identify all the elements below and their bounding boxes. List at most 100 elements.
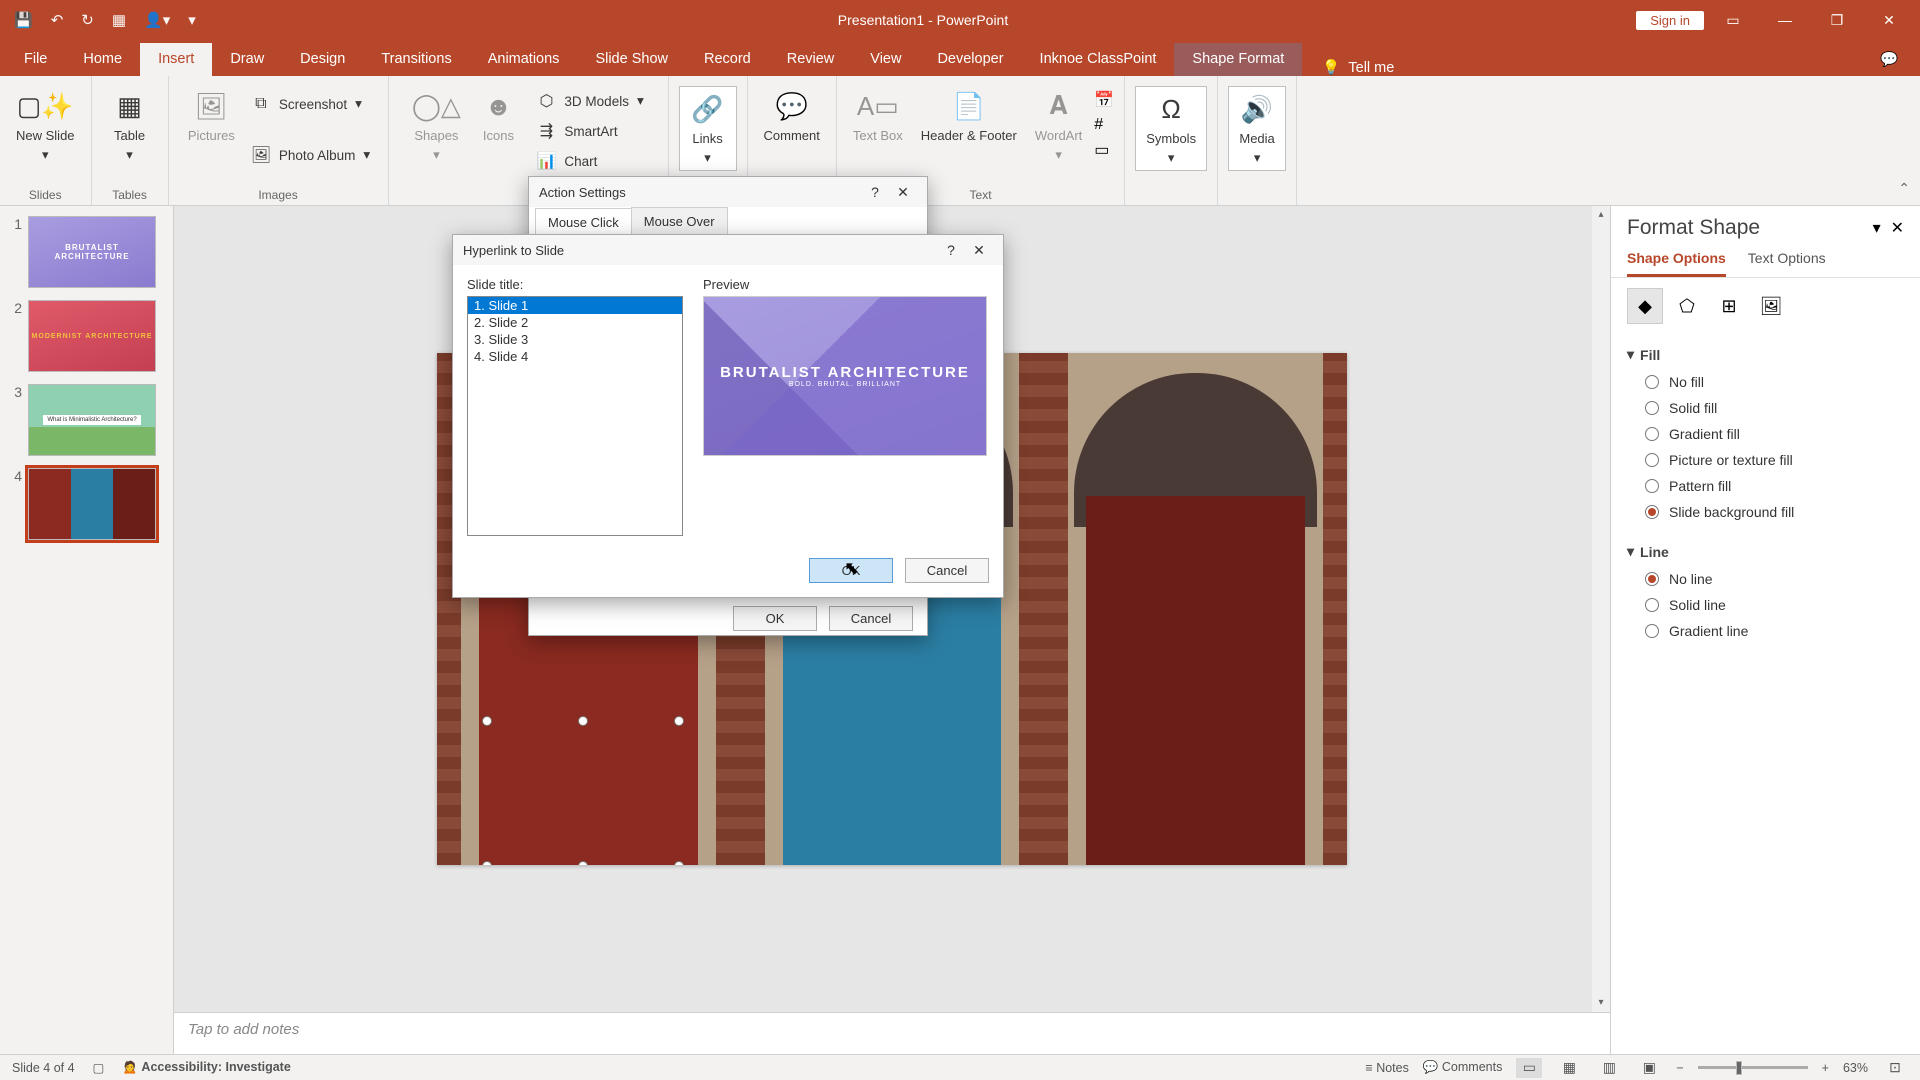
tab-developer[interactable]: Developer bbox=[919, 43, 1021, 76]
tab-transitions[interactable]: Transitions bbox=[363, 43, 469, 76]
fill-section-header[interactable]: ▾Fill bbox=[1627, 340, 1904, 369]
notes-pane[interactable]: Tap to add notes bbox=[174, 1012, 1610, 1054]
tab-review[interactable]: Review bbox=[769, 43, 853, 76]
radio-gradient-line[interactable]: Gradient line bbox=[1627, 618, 1904, 644]
hyperlink-cancel-button[interactable]: Cancel bbox=[905, 558, 989, 583]
fill-line-icon[interactable]: ◆ bbox=[1627, 288, 1663, 324]
comment-button[interactable]: 💬 Comment bbox=[758, 86, 826, 145]
radio-solid-fill[interactable]: Solid fill bbox=[1627, 395, 1904, 421]
thumb-row-3[interactable]: 3 What is Minimalistic Architecture?✶ bbox=[8, 384, 165, 456]
help-icon[interactable]: ? bbox=[861, 184, 889, 200]
thumb-1[interactable]: BRUTALIST ARCHITECTURE bbox=[28, 216, 156, 288]
touch-mode-icon[interactable]: 👤▾ bbox=[144, 11, 170, 29]
thumb-row-2[interactable]: 2 MODERNIST ARCHITECTURE✶ bbox=[8, 300, 165, 372]
object-icon[interactable]: ▭ bbox=[1094, 140, 1114, 160]
save-icon[interactable]: 💾 bbox=[14, 11, 33, 29]
picture-icon[interactable]: 🖼 bbox=[1753, 288, 1789, 324]
zoom-in-icon[interactable]: + bbox=[1822, 1061, 1829, 1075]
links-button[interactable]: 🔗 Links ▾ bbox=[679, 86, 737, 171]
display-settings-icon[interactable]: ▢ bbox=[93, 1060, 105, 1075]
tab-draw[interactable]: Draw bbox=[212, 43, 282, 76]
radio-solid-line[interactable]: Solid line bbox=[1627, 592, 1904, 618]
comments-toggle[interactable]: 💬 Comments bbox=[1423, 1060, 1502, 1075]
tab-record[interactable]: Record bbox=[686, 43, 769, 76]
thumb-row-4[interactable]: 4 bbox=[8, 468, 165, 540]
reading-view-icon[interactable]: ▥ bbox=[1596, 1058, 1622, 1078]
list-item[interactable]: 3. Slide 3 bbox=[468, 331, 682, 348]
collapse-ribbon-icon[interactable]: ⌃ bbox=[1898, 180, 1910, 197]
effects-icon[interactable]: ⬠ bbox=[1669, 288, 1705, 324]
list-item[interactable]: 4. Slide 4 bbox=[468, 348, 682, 365]
sign-in-button[interactable]: Sign in bbox=[1636, 11, 1704, 30]
slideshow-view-icon[interactable]: ▣ bbox=[1636, 1058, 1662, 1078]
media-button[interactable]: 🔊 Media ▾ bbox=[1228, 86, 1286, 171]
tab-shape-options[interactable]: Shape Options bbox=[1627, 250, 1726, 277]
thumb-3[interactable]: What is Minimalistic Architecture?✶ bbox=[28, 384, 156, 456]
date-time-icon[interactable]: 📅 bbox=[1094, 90, 1114, 110]
radio-slide-bg-fill[interactable]: Slide background fill bbox=[1627, 499, 1904, 525]
ribbon-display-icon[interactable]: ▭ bbox=[1710, 0, 1756, 40]
tab-slideshow[interactable]: Slide Show bbox=[577, 43, 686, 76]
new-slide-button[interactable]: ▢✨ New Slide ▾ bbox=[10, 86, 81, 165]
size-props-icon[interactable]: ⊞ bbox=[1711, 288, 1747, 324]
slide-list[interactable]: 1. Slide 1 2. Slide 2 3. Slide 3 4. Slid… bbox=[467, 296, 683, 536]
help-icon[interactable]: ? bbox=[937, 242, 965, 258]
minimize-icon[interactable]: — bbox=[1762, 0, 1808, 40]
pane-menu-icon[interactable]: ▾ bbox=[1863, 218, 1891, 238]
thumb-row-1[interactable]: 1 BRUTALIST ARCHITECTURE bbox=[8, 216, 165, 288]
symbols-button[interactable]: Ω Symbols ▾ bbox=[1135, 86, 1207, 171]
close-icon[interactable]: ✕ bbox=[889, 184, 917, 201]
maximize-icon[interactable]: ❐ bbox=[1814, 0, 1860, 40]
accessibility-status[interactable]: 🙍 Accessibility: Investigate bbox=[122, 1060, 290, 1075]
pane-close-icon[interactable]: ✕ bbox=[1891, 218, 1904, 238]
table-button[interactable]: ▦ Table ▾ bbox=[102, 86, 158, 165]
tell-me-search[interactable]: 💡 Tell me bbox=[1322, 59, 1394, 76]
hyperlink-to-slide-dialog[interactable]: Hyperlink to Slide ? ✕ Slide title: 1. S… bbox=[452, 234, 1004, 598]
tab-mouse-click[interactable]: Mouse Click bbox=[535, 208, 632, 236]
close-icon[interactable]: ✕ bbox=[1866, 0, 1912, 40]
notes-toggle[interactable]: ≡ Notes bbox=[1365, 1061, 1408, 1075]
radio-pattern-fill[interactable]: Pattern fill bbox=[1627, 473, 1904, 499]
list-item[interactable]: 1. Slide 1 bbox=[468, 297, 682, 314]
radio-picture-fill[interactable]: Picture or texture fill bbox=[1627, 447, 1904, 473]
photo-album-button[interactable]: 🖼 Photo Album ▾ bbox=[247, 142, 374, 168]
tab-animations[interactable]: Animations bbox=[470, 43, 578, 76]
slide-number-icon[interactable]: # bbox=[1094, 116, 1114, 134]
radio-gradient-fill[interactable]: Gradient fill bbox=[1627, 421, 1904, 447]
3d-models-button[interactable]: ⬡ 3D Models ▾ bbox=[532, 88, 647, 114]
present-icon[interactable]: ▦ bbox=[112, 11, 126, 29]
thumb-2[interactable]: MODERNIST ARCHITECTURE✶ bbox=[28, 300, 156, 372]
tab-view[interactable]: View bbox=[852, 43, 919, 76]
radio-no-line[interactable]: No line bbox=[1627, 566, 1904, 592]
zoom-slider[interactable] bbox=[1698, 1066, 1808, 1069]
zoom-out-icon[interactable]: − bbox=[1676, 1061, 1683, 1075]
vertical-scrollbar[interactable]: ▴ ▾ bbox=[1592, 206, 1610, 1012]
fit-to-window-icon[interactable]: ⊡ bbox=[1882, 1058, 1908, 1078]
normal-view-icon[interactable]: ▭ bbox=[1516, 1058, 1542, 1078]
tab-file[interactable]: File bbox=[6, 43, 65, 76]
zoom-level[interactable]: 63% bbox=[1843, 1061, 1868, 1075]
header-footer-button[interactable]: 📄 Header & Footer bbox=[915, 86, 1023, 145]
tab-design[interactable]: Design bbox=[282, 43, 363, 76]
action-cancel-button[interactable]: Cancel bbox=[829, 606, 913, 631]
chart-button[interactable]: 📊 Chart bbox=[532, 148, 647, 174]
share-icon[interactable]: 💬 bbox=[1864, 43, 1914, 76]
tab-home[interactable]: Home bbox=[65, 43, 140, 76]
line-section-header[interactable]: ▾Line bbox=[1627, 537, 1904, 566]
undo-icon[interactable]: ↶ bbox=[51, 11, 64, 29]
action-dialog-titlebar[interactable]: Action Settings ? ✕ bbox=[529, 177, 927, 207]
list-item[interactable]: 2. Slide 2 bbox=[468, 314, 682, 331]
smartart-button[interactable]: ⇶ SmartArt bbox=[532, 118, 647, 144]
radio-no-fill[interactable]: No fill bbox=[1627, 369, 1904, 395]
qat-customize-icon[interactable]: ▾ bbox=[188, 11, 196, 29]
close-icon[interactable]: ✕ bbox=[965, 242, 993, 259]
redo-icon[interactable]: ↻ bbox=[81, 11, 94, 29]
thumb-4[interactable] bbox=[28, 468, 156, 540]
sorter-view-icon[interactable]: ▦ bbox=[1556, 1058, 1582, 1078]
tab-insert[interactable]: Insert bbox=[140, 43, 212, 76]
tab-shape-format[interactable]: Shape Format bbox=[1174, 43, 1302, 76]
scroll-down-icon[interactable]: ▾ bbox=[1592, 994, 1610, 1012]
action-ok-button[interactable]: OK bbox=[733, 606, 817, 631]
tab-mouse-over[interactable]: Mouse Over bbox=[631, 207, 728, 235]
tab-classpoint[interactable]: Inknoe ClassPoint bbox=[1022, 43, 1175, 76]
